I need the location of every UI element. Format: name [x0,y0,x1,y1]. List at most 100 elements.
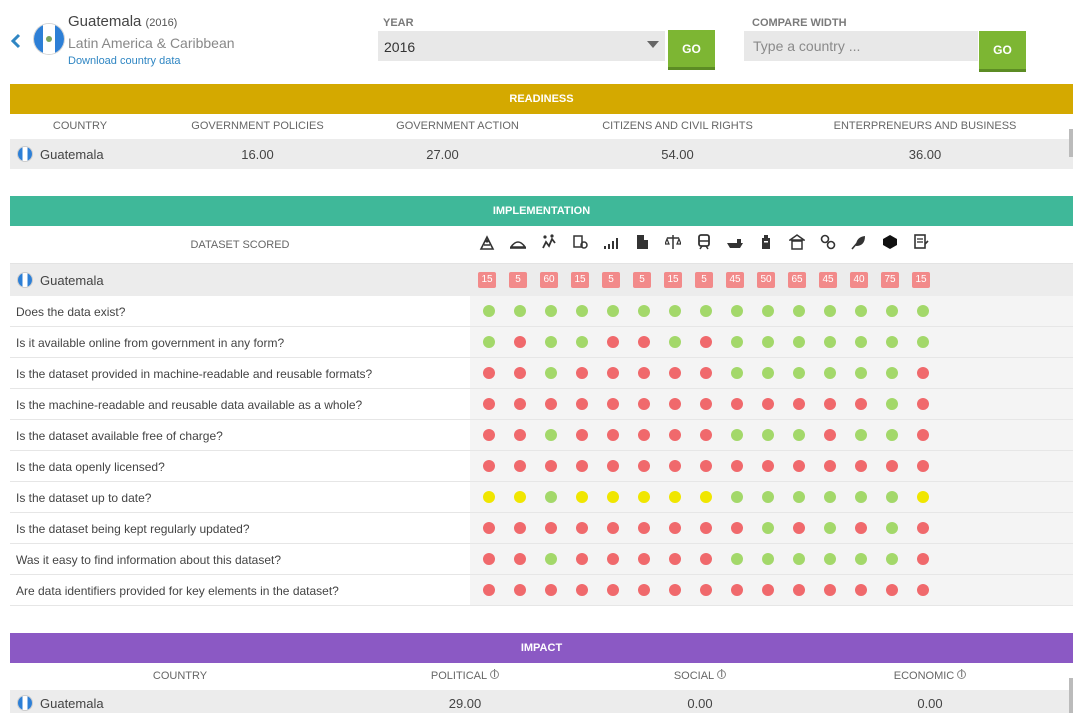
year-select[interactable]: 2016 [378,31,665,61]
answer-dot-green[interactable] [855,305,867,317]
answer-dot-red[interactable] [917,367,929,379]
answer-dot-green[interactable] [731,429,743,441]
answer-dot-green[interactable] [824,522,836,534]
answer-dot-red[interactable] [917,398,929,410]
answer-dot-red[interactable] [607,460,619,472]
answer-dot-red[interactable] [793,460,805,472]
answer-dot-red[interactable] [607,429,619,441]
answer-dot-green[interactable] [545,305,557,317]
dataset-score-badge[interactable]: 5 [633,272,651,288]
answer-dot-red[interactable] [700,367,712,379]
answer-dot-red[interactable] [669,460,681,472]
answer-dot-red[interactable] [824,460,836,472]
answer-dot-green[interactable] [824,336,836,348]
dataset-score-badge[interactable]: 15 [571,272,589,288]
answer-dot-red[interactable] [638,553,650,565]
answer-dot-red[interactable] [824,429,836,441]
answer-dot-red[interactable] [855,584,867,596]
answer-dot-red[interactable] [731,460,743,472]
answer-dot-green[interactable] [793,429,805,441]
answer-dot-red[interactable] [638,522,650,534]
chevron-down-icon[interactable] [647,41,659,48]
year-go-button[interactable]: GO [668,30,715,70]
answer-dot-green[interactable] [576,336,588,348]
dataset-column-statistics[interactable] [596,230,627,258]
answer-dot-red[interactable] [917,553,929,565]
answer-dot-red[interactable] [669,398,681,410]
answer-dot-red[interactable] [576,522,588,534]
answer-dot-red[interactable] [545,584,557,596]
answer-dot-green[interactable] [824,367,836,379]
answer-dot-red[interactable] [514,522,526,534]
answer-dot-green[interactable] [638,305,650,317]
dataset-score-badge[interactable]: 5 [695,272,713,288]
answer-dot-green[interactable] [886,305,898,317]
answer-dot-red[interactable] [483,398,495,410]
answer-dot-green[interactable] [886,367,898,379]
dataset-score-badge[interactable]: 45 [819,272,837,288]
answer-dot-red[interactable] [700,584,712,596]
answer-dot-red[interactable] [576,429,588,441]
answer-dot-red[interactable] [514,398,526,410]
compare-go-button[interactable]: GO [979,31,1026,72]
dataset-column-environment[interactable] [844,230,875,258]
answer-dot-red[interactable] [514,429,526,441]
dataset-column-budget[interactable] [751,230,782,258]
answer-dot-red[interactable] [762,460,774,472]
answer-dot-yellow[interactable] [669,491,681,503]
dataset-column-spending[interactable] [534,230,565,258]
answer-dot-yellow[interactable] [483,491,495,503]
answer-dot-red[interactable] [793,522,805,534]
answer-dot-green[interactable] [545,336,557,348]
answer-dot-red[interactable] [886,584,898,596]
answer-dot-red[interactable] [576,553,588,565]
dataset-column-crime[interactable] [875,230,906,258]
answer-dot-green[interactable] [762,367,774,379]
answer-dot-green[interactable] [700,305,712,317]
answer-dot-red[interactable] [700,429,712,441]
answer-dot-green[interactable] [545,367,557,379]
dataset-column-government[interactable] [782,230,813,258]
answer-dot-green[interactable] [576,305,588,317]
dataset-column-transport[interactable] [689,230,720,258]
answer-dot-red[interactable] [669,367,681,379]
answer-dot-red[interactable] [607,584,619,596]
answer-dot-red[interactable] [514,367,526,379]
answer-dot-green[interactable] [762,491,774,503]
answer-dot-red[interactable] [700,398,712,410]
answer-dot-green[interactable] [793,367,805,379]
download-country-data-link[interactable]: Download country data [68,55,181,67]
answer-dot-red[interactable] [545,398,557,410]
answer-dot-green[interactable] [793,553,805,565]
answer-dot-red[interactable] [514,584,526,596]
dataset-column-contracts[interactable] [813,230,844,258]
answer-dot-green[interactable] [731,367,743,379]
answer-dot-red[interactable] [576,460,588,472]
answer-dot-red[interactable] [855,522,867,534]
dataset-column-map[interactable] [472,230,503,258]
answer-dot-red[interactable] [638,460,650,472]
answer-dot-green[interactable] [731,305,743,317]
answer-dot-green[interactable] [855,429,867,441]
answer-dot-red[interactable] [638,429,650,441]
answer-dot-red[interactable] [638,398,650,410]
answer-dot-red[interactable] [700,522,712,534]
answer-dot-yellow[interactable] [607,491,619,503]
scrollbar[interactable] [1069,678,1073,713]
answer-dot-green[interactable] [793,491,805,503]
answer-dot-green[interactable] [731,553,743,565]
answer-dot-green[interactable] [855,491,867,503]
answer-dot-green[interactable] [886,398,898,410]
answer-dot-green[interactable] [545,553,557,565]
answer-dot-red[interactable] [917,584,929,596]
info-icon[interactable]: i [717,669,727,680]
dataset-score-badge[interactable]: 45 [726,272,744,288]
answer-dot-green[interactable] [855,367,867,379]
dataset-score-badge[interactable]: 75 [881,272,899,288]
answer-dot-yellow[interactable] [514,491,526,503]
answer-dot-red[interactable] [700,460,712,472]
answer-dot-red[interactable] [917,460,929,472]
answer-dot-red[interactable] [607,336,619,348]
answer-dot-red[interactable] [607,398,619,410]
answer-dot-red[interactable] [483,429,495,441]
